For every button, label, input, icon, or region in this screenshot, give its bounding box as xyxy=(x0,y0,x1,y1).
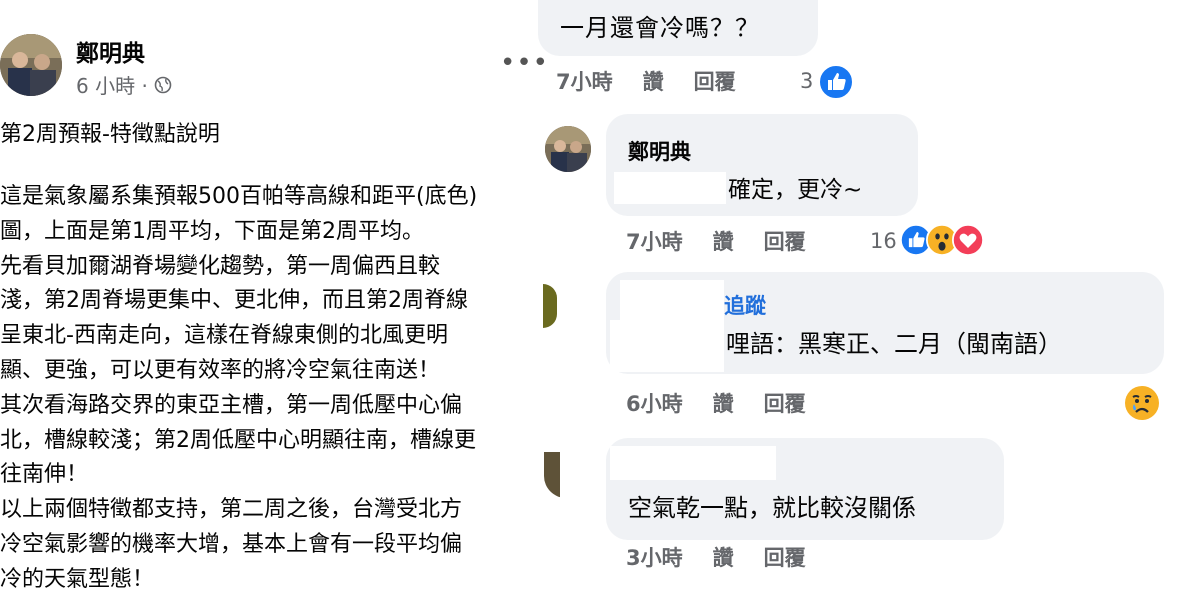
comment-time[interactable]: 7小時 xyxy=(556,66,613,96)
reaction-icons[interactable] xyxy=(900,224,984,256)
post-line: 呈東北-西南走向，這樣在脊線東側的北風更明 xyxy=(0,323,448,349)
like-button[interactable]: 讚 xyxy=(643,66,664,96)
globe-icon xyxy=(154,76,172,93)
comment-text: 哩語：黑寒正、二月（閩南語） xyxy=(726,330,1062,358)
reaction-count[interactable]: 16 xyxy=(870,229,897,253)
post-line: 以上兩個特徵都支持，第二周之後，台灣受北方 xyxy=(0,497,463,523)
redaction-box xyxy=(610,320,724,372)
redaction-box xyxy=(614,172,726,204)
post-line: 先看貝加爾湖脊場變化趨勢，第一周偏西且較 xyxy=(0,253,441,279)
post-line: 這是氣象屬系集預報500百帕等高線和距平(底色) xyxy=(0,184,478,209)
sad-icon[interactable] xyxy=(1124,385,1160,421)
post-time[interactable]: 6 小時 · xyxy=(76,70,148,99)
comment-time[interactable]: 3小時 xyxy=(626,542,683,572)
redaction-box xyxy=(620,280,724,320)
reply-author-avatar[interactable] xyxy=(545,126,591,172)
reply-button[interactable]: 回覆 xyxy=(764,388,806,418)
post-line: 冷空氣影響的機率大增，基本上會有一段平均偏 xyxy=(0,531,463,557)
comment-text: 一月還會冷嗎？？ xyxy=(560,14,760,42)
reply-button[interactable]: 回覆 xyxy=(694,66,736,96)
post-line: 冷的天氣型態！ xyxy=(0,566,155,592)
comment-author-name[interactable]: 鄭明典 xyxy=(628,136,691,166)
follow-button[interactable]: 追蹤 xyxy=(724,290,766,320)
comment-time[interactable]: 6小時 xyxy=(626,388,683,418)
post-line: 北，槽線較淺；第2周低壓中心明顯往南，槽線更 xyxy=(0,427,476,453)
like-button[interactable]: 讚 xyxy=(713,542,734,572)
post-line: 往南伸！ xyxy=(0,462,89,488)
like-icon[interactable] xyxy=(818,64,854,100)
author-avatar[interactable] xyxy=(0,34,62,96)
commenter-avatar[interactable] xyxy=(544,452,560,498)
comment-actions: 3小時 讚 回覆 xyxy=(626,542,836,572)
post-author-name[interactable]: 鄭明典 xyxy=(76,34,145,68)
comment-text: 確定，更冷~ xyxy=(728,177,863,203)
post-body: 這是氣象屬系集預報500百帕等高線和距平(底色) 圖，上面是第1周平均，下面是第… xyxy=(0,180,548,598)
comment-time[interactable]: 7小時 xyxy=(626,226,683,256)
reply-button[interactable]: 回覆 xyxy=(764,226,806,256)
like-button[interactable]: 讚 xyxy=(713,226,734,256)
more-options-icon[interactable]: ••• xyxy=(500,48,549,78)
comment-actions: 6小時 讚 回覆 xyxy=(626,388,836,418)
comment-actions: 7小時 讚 回覆 xyxy=(556,66,766,96)
post-line: 圖，上面是第1周平均，下面是第2周平均。 xyxy=(0,218,424,244)
reply-button[interactable]: 回覆 xyxy=(764,542,806,572)
love-icon xyxy=(952,224,984,256)
post-title: 第2周預報-特徵點說明 xyxy=(0,122,220,147)
reaction-count[interactable]: 3 xyxy=(800,69,813,93)
post-line: 顯、更強，可以更有效率的將冷空氣往南送！ xyxy=(0,357,441,383)
post-line: 淺，第2周脊場更集中、更北伸，而且第2周脊線 xyxy=(0,288,468,314)
commenter-avatar[interactable] xyxy=(543,284,557,328)
comment-actions: 7小時 讚 回覆 xyxy=(626,226,836,256)
comment-text: 空氣乾一點，就比較沒關係 xyxy=(628,494,916,522)
post-meta: 6 小時 · xyxy=(76,70,172,99)
like-button[interactable]: 讚 xyxy=(713,388,734,418)
post-line: 其次看海路交界的東亞主槽，第一周低壓中心偏 xyxy=(0,392,463,418)
redaction-box xyxy=(610,446,776,480)
